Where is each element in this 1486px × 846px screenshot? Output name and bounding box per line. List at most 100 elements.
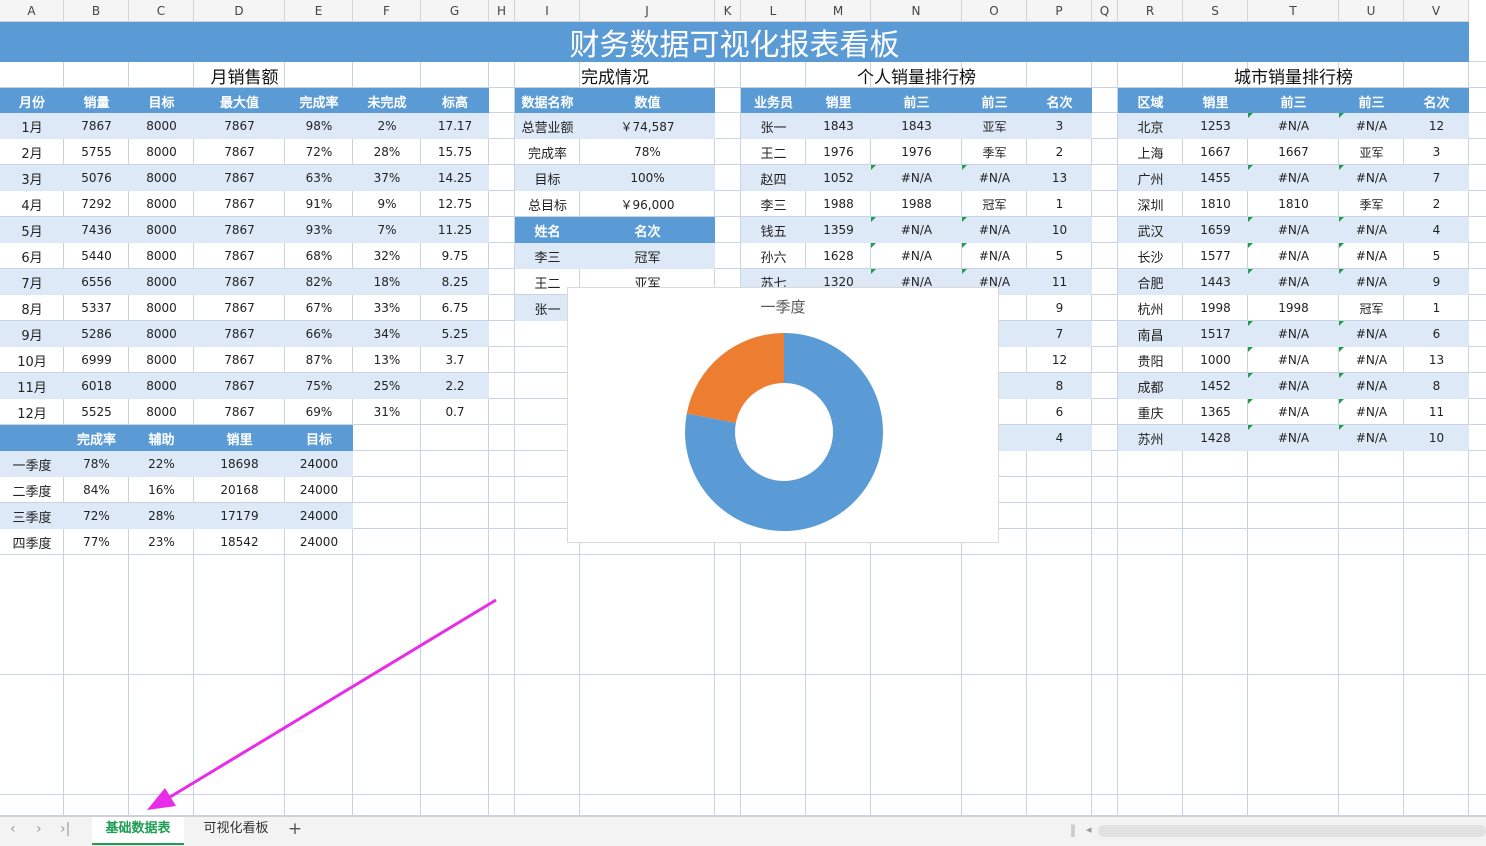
column-header[interactable]: L bbox=[741, 0, 806, 22]
table-cell: ￥74,587 bbox=[580, 113, 715, 139]
error-indicator bbox=[871, 243, 876, 248]
table-header-cell: 标高 bbox=[421, 88, 489, 114]
column-header[interactable]: B bbox=[64, 0, 129, 22]
chevron-last-icon[interactable]: ›| bbox=[60, 821, 70, 837]
table-cell: 15.75 bbox=[437, 145, 473, 159]
column-header[interactable]: S bbox=[1183, 0, 1248, 22]
table-cell: 100% bbox=[580, 165, 715, 191]
error-indicator bbox=[1248, 243, 1253, 248]
arrow-line bbox=[164, 598, 497, 802]
table-cell: 1843 bbox=[806, 113, 871, 139]
table-header-cell: 销里 bbox=[806, 88, 871, 114]
error-indicator bbox=[962, 243, 967, 248]
table-header-cell: 数据名称 bbox=[515, 88, 580, 114]
table-cell: 5440 bbox=[81, 249, 112, 263]
table-cell: 5 bbox=[1432, 249, 1441, 263]
table-cell: 冠军 bbox=[580, 243, 715, 269]
table-cell: 1988 bbox=[823, 197, 854, 211]
table-cell: 3 bbox=[1432, 145, 1441, 159]
table-cell: 91% bbox=[305, 197, 333, 211]
error-indicator bbox=[1339, 321, 1344, 326]
table-cell: 9 bbox=[1055, 301, 1064, 315]
spreadsheet-grid[interactable]: ABCDEFGHIJKLMNOPQRSTUV 财务数据可视化报表看板 月销售额 完成… bbox=[0, 0, 1486, 816]
column-header[interactable]: I bbox=[515, 0, 580, 22]
split-handle-icon[interactable]: ‖ bbox=[1070, 823, 1076, 837]
table-cell: 2月 bbox=[21, 146, 43, 162]
table-cell: 9% bbox=[377, 197, 397, 211]
table-cell: 18698 bbox=[194, 451, 285, 477]
table-cell: 钱五 bbox=[741, 217, 806, 243]
table-cell: 8000 bbox=[146, 249, 177, 263]
table-cell: 20168 bbox=[220, 483, 259, 497]
table-cell: 合肥 bbox=[1118, 269, 1183, 295]
table-cell: 7867 bbox=[194, 217, 285, 243]
donut-chart[interactable]: 一季度 bbox=[567, 287, 999, 543]
column-header[interactable]: D bbox=[194, 0, 285, 22]
table-cell: 1843 bbox=[871, 113, 962, 139]
table-cell: 82% bbox=[285, 269, 353, 295]
table-header-cell: 数值 bbox=[580, 88, 715, 114]
table-header-cell: 完成率 bbox=[285, 88, 353, 114]
column-header[interactable]: U bbox=[1339, 0, 1404, 22]
column-header[interactable]: N bbox=[871, 0, 962, 22]
column-header[interactable]: R bbox=[1118, 0, 1183, 22]
table-cell: 深圳 bbox=[1137, 198, 1164, 214]
table-cell: 31% bbox=[373, 405, 401, 419]
table-cell: 6 bbox=[1404, 321, 1469, 347]
table-cell: #N/A bbox=[1339, 217, 1404, 243]
table-cell: 广州 bbox=[1118, 165, 1183, 191]
column-header[interactable]: K bbox=[715, 0, 741, 22]
column-header[interactable]: P bbox=[1027, 0, 1092, 22]
table-cell: #N/A bbox=[1248, 269, 1339, 295]
table-cell: 32% bbox=[373, 249, 401, 263]
tab-basic-data[interactable]: 基础数据表 bbox=[92, 817, 184, 845]
column-header[interactable]: C bbox=[129, 0, 194, 22]
horizontal-scrollbar[interactable] bbox=[1098, 825, 1486, 837]
table-cell: 亚军 bbox=[1359, 145, 1384, 160]
table-cell: 成都 bbox=[1118, 373, 1183, 399]
column-header[interactable]: V bbox=[1404, 0, 1469, 22]
table-cell: 1000 bbox=[1200, 353, 1231, 367]
grid-hline bbox=[0, 794, 1486, 795]
add-sheet-button[interactable]: + bbox=[284, 817, 306, 843]
table-cell: 1988 bbox=[901, 197, 932, 211]
table-cell: 13 bbox=[1027, 165, 1092, 191]
table-cell: 7867 bbox=[194, 321, 285, 347]
table-header-cell: 销里 bbox=[194, 425, 285, 451]
column-header[interactable]: O bbox=[962, 0, 1027, 22]
table-cell: 8000 bbox=[146, 301, 177, 315]
chevron-left-icon[interactable]: ‹ bbox=[10, 821, 16, 837]
table-cell: 8000 bbox=[129, 373, 194, 399]
column-header[interactable]: H bbox=[489, 0, 515, 22]
table-cell: 5525 bbox=[81, 405, 112, 419]
grid-hline bbox=[0, 674, 1486, 675]
column-header[interactable]: T bbox=[1248, 0, 1339, 22]
column-header[interactable]: A bbox=[0, 0, 64, 22]
error-indicator bbox=[1248, 347, 1253, 352]
scroll-left-icon[interactable]: ◂ bbox=[1086, 823, 1092, 836]
table-cell: #N/A bbox=[1339, 321, 1404, 347]
error-indicator bbox=[1339, 425, 1344, 430]
column-header[interactable]: G bbox=[421, 0, 489, 22]
chevron-right-icon[interactable]: › bbox=[36, 821, 42, 837]
tab-dashboard[interactable]: 可视化看板 bbox=[190, 817, 282, 843]
table-cell: 7月 bbox=[0, 269, 64, 295]
arrow-head bbox=[147, 788, 176, 810]
column-header[interactable]: J bbox=[580, 0, 715, 22]
table-cell: #N/A bbox=[962, 217, 1027, 243]
table-cell: 22% bbox=[129, 451, 194, 477]
table-cell: 6556 bbox=[64, 269, 129, 295]
table-cell: 17.17 bbox=[421, 113, 489, 139]
table-cell: #N/A bbox=[962, 165, 1027, 191]
column-header[interactable]: M bbox=[806, 0, 871, 22]
error-indicator bbox=[1248, 425, 1253, 430]
column-header[interactable]: Q bbox=[1092, 0, 1118, 22]
table-cell: 93% bbox=[285, 217, 353, 243]
table-cell: 24000 bbox=[299, 535, 339, 549]
table-header-cell: 名次 bbox=[1027, 88, 1092, 114]
column-header[interactable]: F bbox=[353, 0, 421, 22]
donut-slice-1[interactable] bbox=[686, 333, 784, 423]
table-cell: 8000 bbox=[129, 165, 194, 191]
table-cell: #N/A bbox=[1248, 165, 1339, 191]
column-header[interactable]: E bbox=[285, 0, 353, 22]
